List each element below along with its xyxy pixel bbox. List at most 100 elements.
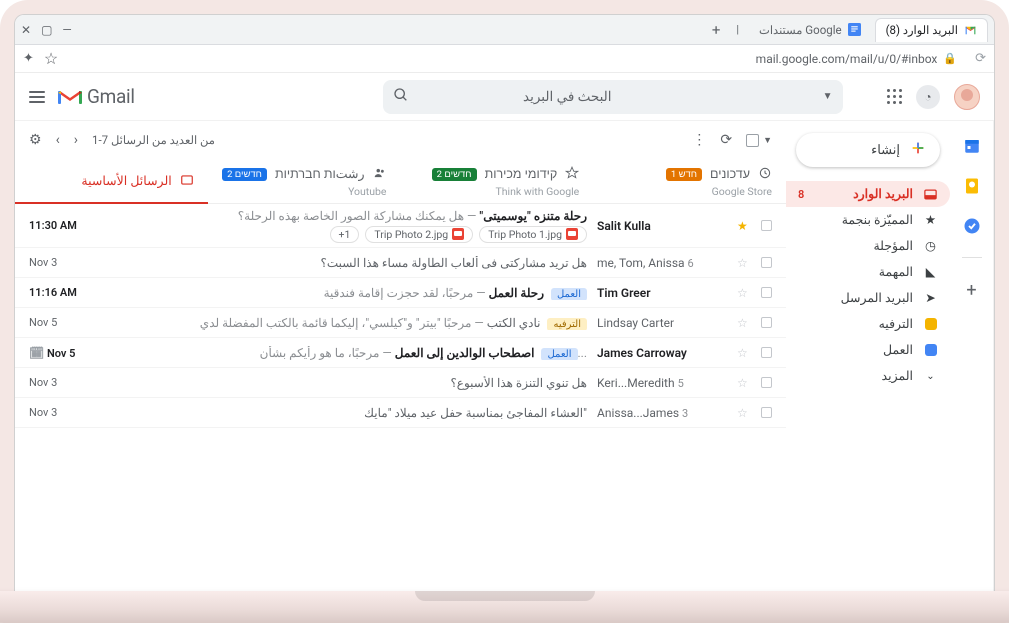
sender: Lindsay Carter: [597, 316, 727, 330]
search-box[interactable]: البحث في البريد ▼: [383, 80, 843, 114]
label-tag[interactable]: الترفيه: [547, 318, 587, 330]
star-toggle-icon[interactable]: ☆: [737, 376, 751, 390]
search-placeholder: البحث في البريد: [417, 89, 612, 105]
calendar-addon-icon[interactable]: [963, 137, 981, 155]
select-dropdown-icon[interactable]: ▼: [763, 135, 772, 146]
calendar-icon: 🗓: [29, 346, 44, 360]
date: Nov 3: [29, 406, 89, 419]
keep-addon-icon[interactable]: [963, 177, 981, 195]
chevron-down-icon: ⌄: [923, 369, 938, 384]
primary-tab-icon: [180, 172, 194, 191]
url-field[interactable]: mail.google.com/mail/u/0/#inbox 🔒: [68, 50, 965, 68]
gmail-logo[interactable]: Gmail: [57, 85, 135, 108]
attachment-chip[interactable]: Trip Photo 1.jpg: [479, 226, 587, 243]
compose-button[interactable]: إنشاء: [796, 133, 940, 167]
email-row[interactable]: ☆ Tim Greer العمل رحلة العمل — مرحبًا، ل…: [15, 278, 786, 308]
bookmark-star-icon[interactable]: ☆: [44, 49, 58, 68]
newer-page-icon[interactable]: ›: [74, 132, 78, 148]
gmail-logo-icon: [57, 87, 83, 107]
email-row[interactable]: ☆ Lindsay Carter الترفيه نادي الكتب — مر…: [15, 308, 786, 338]
sidebar-item-entertainment[interactable]: الترفيه: [786, 311, 950, 337]
email-row[interactable]: ☆ Keri...Meredith 5 هل تنوي التنزة هذا ا…: [15, 368, 786, 398]
email-row[interactable]: ★ Salit Kulla رحلة متنزه "يوسميتى" — هل …: [15, 204, 786, 248]
category-tab-primary[interactable]: الرسائل الأساسية: [15, 159, 208, 203]
browser-tab-gmail[interactable]: البريد الوارد (8): [875, 18, 988, 42]
account-avatar[interactable]: [954, 84, 980, 110]
snippet: — مرحبًا "بيتر" و"كيلسي"، إليكما قائمة ب…: [200, 316, 487, 330]
category-tab-social[interactable]: رشتות חברתיות 2 חדשים Youtube: [208, 159, 401, 203]
sender: me, Tom, Anissa 6: [597, 256, 727, 270]
tasks-addon-icon[interactable]: [963, 217, 981, 235]
sidebar-item-work[interactable]: العمل: [786, 337, 950, 363]
date: 🗓 Nov 5: [29, 346, 89, 360]
star-toggle-icon[interactable]: ☆: [737, 316, 751, 330]
search-icon: [393, 87, 409, 107]
sidebar-item-more[interactable]: ⌄ المزيد: [786, 363, 950, 389]
sent-icon: ➤: [923, 291, 938, 306]
older-page-icon[interactable]: ‹: [56, 132, 60, 148]
row-checkbox[interactable]: [761, 377, 772, 388]
browser-address-bar: ✦ ☆ mail.google.com/mail/u/0/#inbox 🔒 ⟳: [15, 45, 994, 73]
extensions-icon[interactable]: ✦: [23, 51, 34, 66]
row-checkbox[interactable]: [761, 287, 772, 298]
row-checkbox[interactable]: [761, 347, 772, 358]
docs-favicon-icon: [848, 23, 861, 36]
label-tag[interactable]: العمل: [541, 348, 577, 360]
refresh-icon[interactable]: ⟳: [720, 132, 732, 148]
attachment-chip[interactable]: Trip Photo 2.jpg: [365, 226, 473, 243]
subject: العشاء المفاجئ بمناسبة حفل عيد ميلاد "ما…: [99, 406, 587, 420]
gmail-favicon-icon: [964, 24, 977, 37]
sender: Tim Greer: [597, 286, 727, 300]
gmail-logo-text: Gmail: [87, 85, 135, 108]
more-actions-icon[interactable]: ⋮: [692, 132, 706, 148]
reload-icon[interactable]: ⟳: [975, 51, 986, 66]
tab-title: مستندات Google: [759, 23, 842, 37]
settings-gear-icon[interactable]: ⚙: [29, 132, 42, 148]
image-file-icon: [566, 228, 578, 240]
sender: Salit Kulla: [597, 219, 727, 233]
window-minimize-icon[interactable]: [62, 23, 71, 37]
category-tab-updates[interactable]: עדכונים 1 חדש Google Store: [593, 159, 786, 203]
email-row[interactable]: ☆ me, Tom, Anissa 6 هل تريد مشاركتى فى أ…: [15, 248, 786, 278]
row-checkbox[interactable]: [761, 257, 772, 268]
category-tabs: الرسائل الأساسية رشتות חברתיות 2 חדשים Y…: [15, 159, 786, 204]
sidebar-item-starred[interactable]: ★ المميّزة بنجمة: [786, 207, 950, 233]
main-menu-icon[interactable]: [29, 91, 45, 103]
get-addons-icon[interactable]: +: [966, 280, 976, 301]
notifications-icon[interactable]: ◔: [916, 85, 940, 109]
star-toggle-icon[interactable]: ☆: [737, 346, 751, 360]
date: Nov 5: [29, 316, 89, 329]
subject: رحلة متنزه "يوسميتى": [479, 209, 587, 223]
label-tag[interactable]: العمل: [551, 288, 587, 300]
social-tab-icon: [373, 165, 387, 184]
search-options-icon[interactable]: ▼: [823, 91, 833, 102]
mail-toolbar: ⚙ ‹ › 1-7 من العديد من الرسائل ▼ ⟳ ⋮: [15, 121, 786, 159]
sidebar-item-important[interactable]: ◣ المهمة: [786, 259, 950, 285]
sidebar-item-sent[interactable]: ➤ البريد المرسل: [786, 285, 950, 311]
email-row[interactable]: ☆ James Carroway العمل اصطحاب الوالدين إ…: [15, 338, 786, 368]
star-toggle-icon[interactable]: ☆: [737, 256, 751, 270]
sidebar-item-snoozed[interactable]: ◷ المؤجلة: [786, 233, 950, 259]
category-tab-promotions[interactable]: קידומי מכירות 2 חדשים Think with Google: [401, 159, 594, 203]
lock-icon: 🔒: [943, 52, 957, 65]
gmail-header: Gmail البحث في البريد ▼ ◔: [15, 73, 994, 121]
select-all-checkbox[interactable]: [746, 134, 759, 147]
email-row[interactable]: ☆ Anissa...James 3 العشاء المفاجئ بمناسب…: [15, 398, 786, 428]
star-toggle-icon[interactable]: ★: [737, 219, 751, 233]
row-checkbox[interactable]: [761, 407, 772, 418]
row-checkbox[interactable]: [761, 220, 772, 231]
google-apps-icon[interactable]: [887, 89, 903, 105]
subject: هل تنوي التنزة هذا الأسبوع؟: [99, 376, 587, 390]
star-toggle-icon[interactable]: ☆: [737, 406, 751, 420]
attachment-more[interactable]: +1: [330, 226, 360, 243]
window-maximize-icon[interactable]: [41, 23, 52, 37]
browser-tab-docs[interactable]: مستندات Google: [749, 18, 871, 42]
new-tab-button[interactable]: +: [706, 21, 727, 39]
date: 11:16 AM: [29, 286, 89, 299]
star-toggle-icon[interactable]: ☆: [737, 286, 751, 300]
subject: اصطحاب الوالدين إلى العمل: [395, 346, 535, 360]
sidebar-item-inbox[interactable]: البريد الوارد 8: [786, 181, 950, 207]
star-icon: ★: [923, 213, 938, 228]
window-close-icon[interactable]: [21, 23, 31, 37]
row-checkbox[interactable]: [761, 317, 772, 328]
